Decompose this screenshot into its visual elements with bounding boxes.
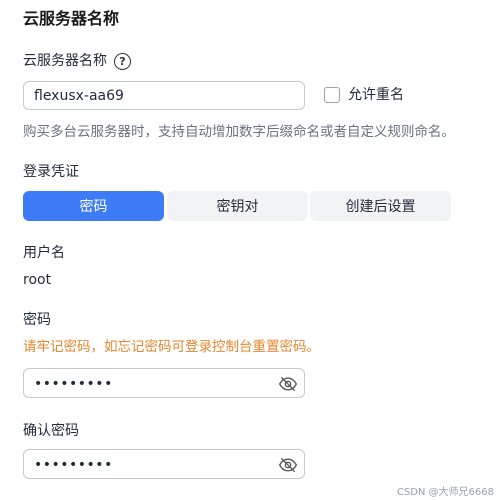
allow-duplicate-checkbox[interactable] [324, 87, 340, 103]
server-name-input[interactable]: flexusx-aa69 [23, 81, 305, 110]
watermark: CSDN @大师兄6668 [396, 487, 494, 498]
login-credential-label: 登录凭证 [23, 164, 79, 180]
password-label: 密码 [23, 312, 51, 328]
credential-tab-set-later[interactable]: 创建后设置 [310, 191, 451, 221]
eye-slash-icon[interactable] [278, 455, 298, 475]
username-label: 用户名 [23, 245, 65, 261]
username-value: root [23, 272, 52, 288]
allow-duplicate-label[interactable]: 允许重名 [348, 85, 404, 105]
naming-hint: 购买多台云服务器时，支持自动增加数字后缀命名或者自定义规则命名。 [23, 124, 455, 140]
eye-slash-icon[interactable] [278, 374, 298, 394]
credential-tab-password[interactable]: 密码 [23, 191, 164, 221]
password-warning: 请牢记密码，如忘记密码可登录控制台重置密码。 [23, 339, 320, 355]
credential-tab-keypair-label: 密钥对 [216, 199, 259, 215]
credential-tab-keypair[interactable]: 密钥对 [167, 191, 308, 221]
confirm-password-masked-value: ••••••••• [34, 457, 113, 473]
confirm-password-label: 确认密码 [23, 423, 79, 439]
password-input[interactable]: ••••••••• [23, 368, 305, 398]
section-title: 云服务器名称 [23, 9, 120, 28]
question-circle-icon[interactable]: ? [114, 53, 131, 70]
credential-tab-password-label: 密码 [79, 199, 108, 215]
server-name-label: 云服务器名称 [23, 53, 107, 69]
server-name-value: flexusx-aa69 [34, 88, 124, 104]
password-masked-value: ••••••••• [34, 376, 113, 392]
confirm-password-input[interactable]: ••••••••• [23, 449, 305, 479]
credential-tab-set-later-label: 创建后设置 [345, 199, 416, 215]
